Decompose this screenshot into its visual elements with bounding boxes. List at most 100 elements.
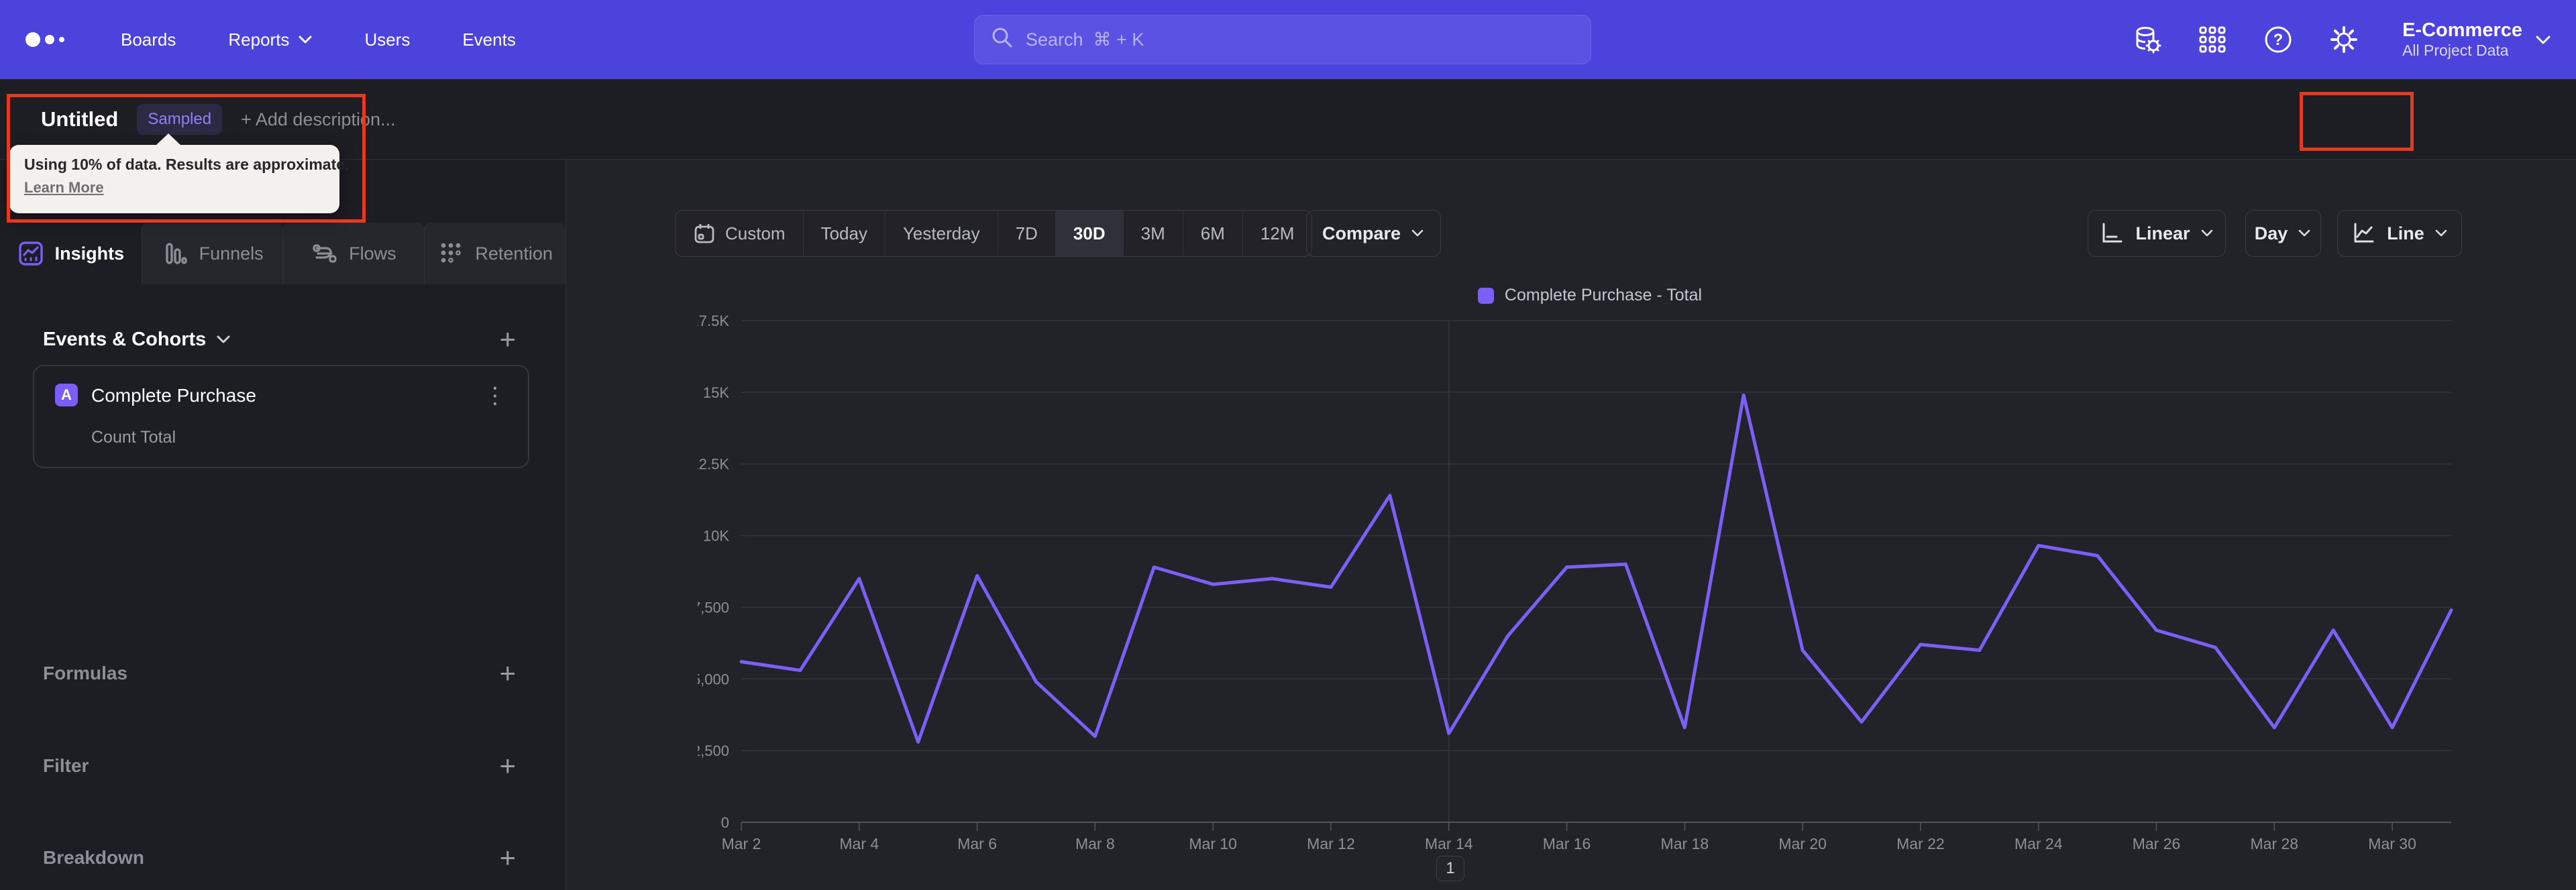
range-12m[interactable]: 12M [1242,211,1312,256]
tab-flows[interactable]: Flows [282,223,425,284]
range-6m[interactable]: 6M [1182,211,1242,256]
nav-link-events[interactable]: Events [462,30,516,50]
range-today[interactable]: Today [802,211,885,256]
svg-text:10K: 10K [703,528,729,545]
project-scope: All Project Data [2402,42,2509,60]
settings-gear-icon[interactable] [2328,24,2359,55]
svg-text:Mar 26: Mar 26 [2133,835,2181,852]
nav-link-label: Users [364,29,411,50]
event-name: Complete Purchase [91,385,256,406]
tooltip-text: Using 10% of data. Results are approxima… [24,156,350,173]
tab-funnels[interactable]: Funnels [141,223,283,284]
legend-swatch [1477,287,1494,304]
svg-text:Mar 16: Mar 16 [1543,835,1591,852]
chevron-down-icon [2536,36,2551,44]
events-cohorts-header[interactable]: Events & Cohorts [43,329,230,351]
search-icon [991,26,1014,54]
report-tabs: Insights Funnels Flows Retention [0,223,566,284]
query-sidebar: Insights Funnels Flows Retention Events … [0,160,566,890]
interval-label: Day [2254,223,2288,243]
event-metric[interactable]: Count Total [91,428,176,447]
add-description-field[interactable]: + Add description... [241,109,395,130]
range-30d[interactable]: 30D [1055,211,1123,256]
line-chart[interactable]: 0 2,500 5,000 7,500 10K 12.5K 15K 17.5K Mar 2 Mar… [698,309,2482,855]
chevron-down-icon [299,36,312,44]
report-header: Untitled Sampled + Add description... ••… [0,79,2576,160]
svg-text:Mar 28: Mar 28 [2251,835,2299,852]
compare-dropdown[interactable]: Compare [1306,210,1441,257]
nav-links: Boards Reports Users Events [121,30,516,50]
nav-link-reports[interactable]: Reports [228,30,312,50]
data-management-icon[interactable] [2131,24,2162,55]
event-options-kebab[interactable]: ⋮ [484,382,506,409]
range-3m[interactable]: 3M [1122,211,1183,256]
svg-text:Mar 6: Mar 6 [957,835,997,852]
learn-more-link[interactable]: Learn More [24,179,104,197]
formulas-row: Formulas + [0,653,566,693]
svg-text:Mar 20: Mar 20 [1778,835,1827,852]
events-cohorts-header-row: Events & Cohorts + [0,319,566,359]
range-label: Today [820,223,867,243]
add-event-button[interactable]: + [499,325,516,353]
chart-type-dropdown[interactable]: Line [2337,210,2462,257]
chevron-down-icon [2298,229,2312,237]
tab-retention[interactable]: Retention [424,223,566,284]
sampling-tooltip: Using 10% of data. Results are approxima… [9,133,350,213]
nav-link-users[interactable]: Users [364,30,410,50]
add-formula-button[interactable]: + [499,659,516,687]
linear-axis-icon [2099,221,2125,246]
pagination-page-1[interactable]: 1 [1436,856,1464,881]
nav-link-label: Events [462,29,516,50]
project-names: E-Commerce All Project Data [2402,19,2522,60]
project-name: E-Commerce [2402,19,2522,42]
event-card[interactable]: A Complete Purchase Count Total ⋮ [33,365,529,468]
filter-label: Filter [43,755,89,776]
help-icon[interactable]: ? [2263,24,2294,55]
svg-text:15K: 15K [703,384,729,401]
svg-text:Mar 14: Mar 14 [1425,835,1473,852]
nav-link-label: Boards [121,29,176,50]
breakdown-row: Breakdown + [0,838,566,878]
range-yesterday[interactable]: Yesterday [884,211,998,256]
date-range-control: Custom Today Yesterday 7D 30D 3M 6M 12M [675,210,1313,257]
svg-text:5,000: 5,000 [698,671,729,687]
app-grid-icon[interactable] [2197,24,2228,55]
tab-label: Funnels [199,243,264,264]
breakdown-label: Breakdown [43,847,144,868]
nav-link-boards[interactable]: Boards [121,30,176,50]
chart-legend[interactable]: Complete Purchase - Total [698,286,2482,305]
formulas-label: Formulas [43,663,128,683]
search-input[interactable]: Search ⌘ + K [974,15,1591,64]
range-7d[interactable]: 7D [997,211,1055,256]
chevron-down-icon [2435,229,2449,237]
svg-text:?: ? [2273,31,2284,49]
svg-text:Mar 4: Mar 4 [839,835,879,852]
flows-icon [311,240,338,267]
add-filter-button[interactable]: + [499,752,516,780]
events-cohorts-label: Events & Cohorts [43,328,207,350]
range-custom[interactable]: Custom [676,211,803,256]
range-label: 3M [1140,223,1165,243]
tab-insights[interactable]: Insights [0,223,142,284]
project-selector[interactable]: E-Commerce All Project Data [2402,19,2551,60]
nav-right: ? E-Commerce All Project Data [2131,0,2576,79]
retention-icon [437,240,464,267]
scale-dropdown[interactable]: Linear [2088,210,2226,257]
event-series-badge: A [55,384,78,406]
scale-label: Linear [2135,223,2190,243]
mixpanel-logo-icon[interactable] [25,32,86,47]
tab-label: Flows [349,243,396,264]
filter-row: Filter + [0,746,566,786]
range-label: 30D [1073,223,1106,243]
sampled-badge[interactable]: Sampled [137,104,223,135]
mixpanel-insights-report: Boards Reports Users Events Search ⌘ + K… [0,0,2576,890]
svg-text:Mar 30: Mar 30 [2368,835,2416,852]
chevron-down-icon [217,335,230,343]
line-chart-icon [2351,221,2376,246]
calendar-icon [693,222,716,245]
interval-dropdown[interactable]: Day [2245,210,2321,257]
report-title[interactable]: Untitled [41,107,118,131]
tab-label: Retention [475,243,553,264]
add-breakdown-button[interactable]: + [499,844,516,872]
svg-text:12.5K: 12.5K [698,456,729,473]
